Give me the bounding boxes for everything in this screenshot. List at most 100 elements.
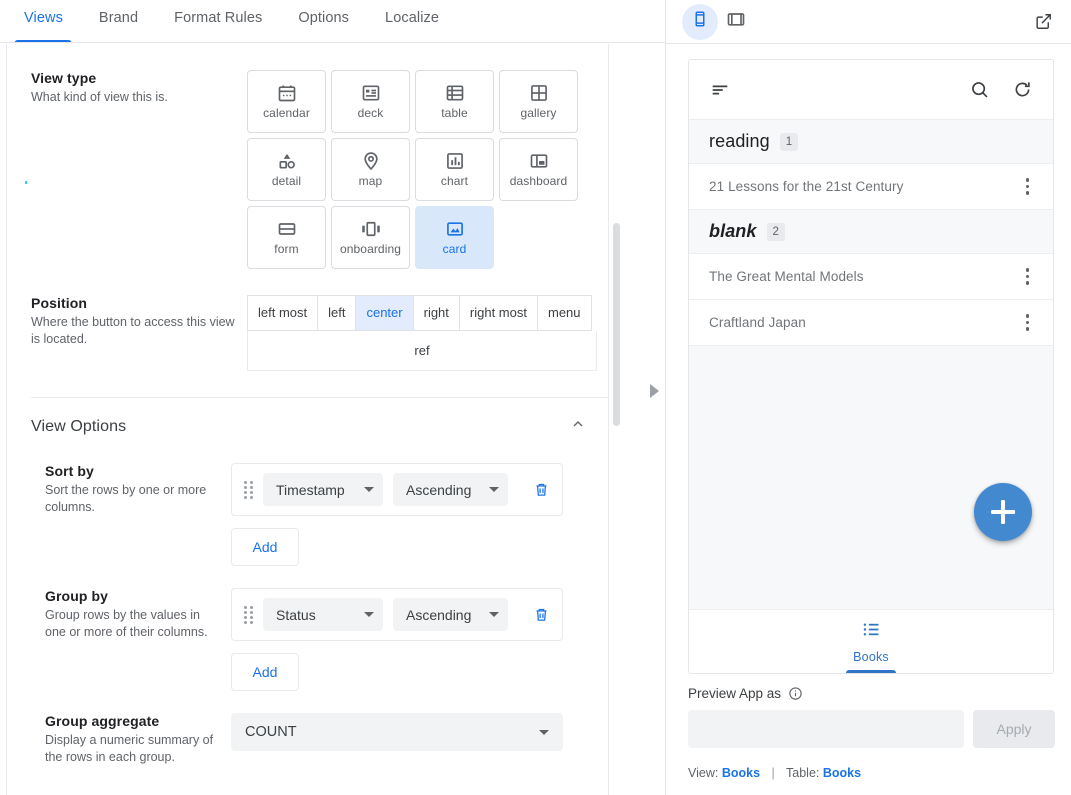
open-in-new-icon[interactable] xyxy=(1034,12,1053,31)
group-direction-select[interactable]: Ascending xyxy=(393,598,508,631)
group-direction-value: Ascending xyxy=(406,607,471,623)
position-option-right[interactable]: right xyxy=(413,295,459,331)
group-by-title: Group by xyxy=(45,588,219,604)
view-type-detail[interactable]: detail xyxy=(247,138,326,201)
view-type-table-label: table xyxy=(441,106,468,120)
position-option-ref[interactable]: ref xyxy=(247,331,597,371)
view-type-map[interactable]: map xyxy=(331,138,410,201)
tab-format-rules[interactable]: Format Rules xyxy=(156,0,280,43)
tab-brand[interactable]: Brand xyxy=(81,0,156,43)
tab-localize[interactable]: Localize xyxy=(367,0,457,43)
device-tablet-button[interactable] xyxy=(718,4,754,40)
editor-tabbar: Views Brand Format Rules Options Localiz… xyxy=(0,0,665,43)
list-item[interactable]: 21 Lessons for the 21st Century xyxy=(689,164,1053,210)
add-fab-button[interactable] xyxy=(974,483,1032,541)
tab-views-label: Views xyxy=(24,10,63,26)
view-type-form[interactable]: form xyxy=(247,206,326,269)
view-type-card[interactable]: card xyxy=(415,206,494,269)
group-aggregate-description: Display a numeric summary of the rows in… xyxy=(45,732,219,766)
group-header-blank-name: blank xyxy=(709,221,757,242)
appsheet-editor-window: Views Brand Format Rules Options Localiz… xyxy=(0,0,1071,795)
drag-handle-icon[interactable] xyxy=(244,481,253,499)
view-type-table[interactable]: table xyxy=(415,70,494,133)
list-item[interactable]: The Great Mental Models xyxy=(689,254,1053,300)
info-icon[interactable] xyxy=(788,686,803,701)
group-column-value: Status xyxy=(276,607,316,623)
sort-column-select[interactable]: Timestamp xyxy=(263,473,383,506)
position-option-right-most[interactable]: right most xyxy=(459,295,537,331)
view-type-deck[interactable]: deck xyxy=(331,70,410,133)
editor-scrollbar-track[interactable] xyxy=(609,44,625,795)
group-header-blank-count: 2 xyxy=(767,223,785,241)
position-option-left-most[interactable]: left most xyxy=(247,295,317,331)
view-type-form-label: form xyxy=(274,242,298,256)
more-vert-icon[interactable] xyxy=(1022,264,1034,289)
tab-options[interactable]: Options xyxy=(280,0,367,43)
sort-direction-select[interactable]: Ascending xyxy=(393,473,508,506)
map-pin-icon xyxy=(361,151,381,171)
view-type-label-group: View type What kind of view this is. xyxy=(31,70,247,106)
add-sort-rule-button[interactable]: Add xyxy=(231,528,299,566)
sort-icon[interactable] xyxy=(709,79,731,101)
group-aggregate-row: Group aggregate Display a numeric summar… xyxy=(31,691,608,766)
chart-icon xyxy=(445,151,465,171)
view-type-card-label: card xyxy=(443,242,467,256)
view-type-onboarding[interactable]: onboarding xyxy=(331,206,410,269)
position-segmented: left most left center right right most m… xyxy=(247,295,597,331)
view-type-onboarding-label: onboarding xyxy=(340,242,401,256)
tab-views[interactable]: Views xyxy=(6,0,81,43)
panel-expand-handle[interactable] xyxy=(650,384,662,398)
list-icon xyxy=(861,619,882,645)
view-type-chart[interactable]: chart xyxy=(415,138,494,201)
chevron-down-icon xyxy=(489,487,499,492)
search-icon[interactable] xyxy=(969,79,990,100)
view-options-header[interactable]: View Options xyxy=(31,398,608,447)
position-option-center[interactable]: center xyxy=(355,295,412,331)
device-phone-button[interactable] xyxy=(682,4,718,40)
group-aggregate-select[interactable]: COUNT xyxy=(231,713,563,751)
chevron-up-icon[interactable] xyxy=(570,416,586,437)
table-meta-link[interactable]: Books xyxy=(823,766,861,780)
drag-handle-icon[interactable] xyxy=(244,606,253,624)
preview-panel: reading 1 21 Lessons for the 21st Centur… xyxy=(665,0,1071,795)
more-vert-icon[interactable] xyxy=(1022,174,1034,199)
list-item[interactable]: Craftland Japan xyxy=(689,300,1053,346)
view-type-calendar-label: calendar xyxy=(263,106,310,120)
sort-by-description: Sort the rows by one or more columns. xyxy=(45,482,219,516)
list-item-title: The Great Mental Models xyxy=(709,269,1022,284)
preview-as-label: Preview App as xyxy=(688,686,781,701)
position-option-menu[interactable]: menu xyxy=(537,295,592,331)
preview-as-input[interactable] xyxy=(688,710,964,748)
text-cursor-artifact xyxy=(25,181,27,184)
nav-item-books[interactable]: Books xyxy=(853,619,889,664)
view-type-gallery[interactable]: gallery xyxy=(499,70,578,133)
table-meta-label: Table: xyxy=(786,766,819,780)
group-by-row: Group by Group rows by the values in one… xyxy=(31,566,608,691)
position-option-left[interactable]: left xyxy=(317,295,355,331)
position-row: Position Where the button to access this… xyxy=(31,269,608,371)
group-header-blank[interactable]: blank 2 xyxy=(689,210,1053,254)
group-column-select[interactable]: Status xyxy=(263,598,383,631)
view-type-calendar[interactable]: calendar xyxy=(247,70,326,133)
delete-group-rule-button[interactable] xyxy=(533,606,550,623)
group-header-reading[interactable]: reading 1 xyxy=(689,120,1053,164)
group-rule-row: Status Ascending xyxy=(231,588,563,641)
apply-button[interactable]: Apply xyxy=(973,710,1055,748)
nav-item-books-label: Books xyxy=(853,650,889,664)
add-group-rule-button[interactable]: Add xyxy=(231,653,299,691)
group-header-reading-count: 1 xyxy=(780,133,798,151)
tab-options-label: Options xyxy=(298,10,349,26)
chevron-down-icon xyxy=(539,730,549,735)
view-meta-label: View: xyxy=(688,766,718,780)
dashboard-icon xyxy=(529,151,549,171)
editor-scrollbar-thumb[interactable] xyxy=(613,223,620,426)
sort-by-control: Timestamp Ascending xyxy=(231,463,608,566)
group-by-description: Group rows by the values in one or more … xyxy=(45,607,219,641)
view-type-grid: calendar xyxy=(247,70,608,269)
preview-as-input-row: Apply xyxy=(688,710,1055,748)
more-vert-icon[interactable] xyxy=(1022,310,1034,335)
refresh-icon[interactable] xyxy=(1012,79,1033,100)
view-meta-link[interactable]: Books xyxy=(722,766,760,780)
delete-sort-rule-button[interactable] xyxy=(533,481,550,498)
view-type-dashboard[interactable]: dashboard xyxy=(499,138,578,201)
